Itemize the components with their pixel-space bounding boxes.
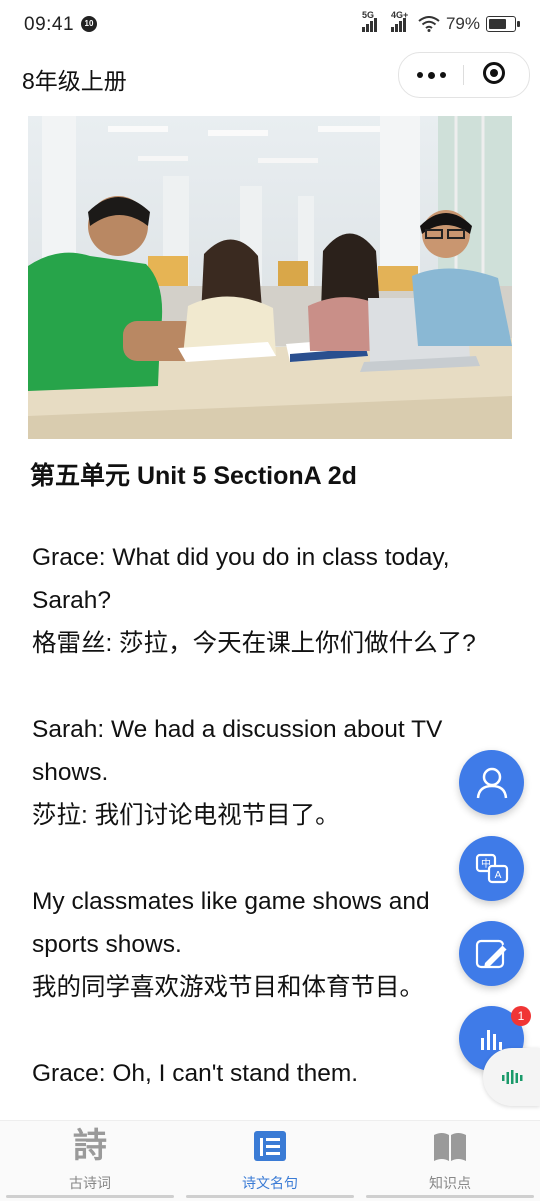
mini-program-capsule bbox=[398, 52, 530, 98]
more-dots-icon bbox=[416, 72, 423, 78]
dialogue-line-en: Sarah: We had a discussion about TV show… bbox=[32, 716, 443, 786]
tab-indicator bbox=[186, 1195, 354, 1198]
dialogue-line-zh: 格雷丝: 莎拉，今天在课上你们做什么了? bbox=[32, 630, 476, 657]
edit-icon bbox=[475, 939, 508, 968]
status-bar: 09:41 10 5G 4G+ 79% bbox=[0, 0, 540, 52]
user-button[interactable] bbox=[459, 750, 524, 815]
dialogue-line-en: My classmates like game shows and sports… bbox=[32, 888, 430, 958]
tab-label: 古诗词 bbox=[69, 1175, 111, 1191]
user-icon bbox=[476, 767, 507, 798]
notification-icon: 10 bbox=[81, 16, 97, 32]
tab-famous-quotes[interactable]: 诗文名句 bbox=[180, 1121, 360, 1201]
dialogue-line-en: Grace: What did you do in class today, S… bbox=[32, 544, 450, 614]
status-right: 5G 4G+ 79% bbox=[361, 10, 520, 34]
book-icon bbox=[434, 1133, 466, 1161]
tab-indicator bbox=[366, 1195, 534, 1198]
edit-button[interactable] bbox=[459, 921, 524, 986]
dialogue-line-en: Grace: Oh, I can't stand them. bbox=[32, 1060, 359, 1087]
tab-label: 诗文名句 bbox=[242, 1175, 298, 1191]
dialogue-line-zh: 我的同学喜欢游戏节目和体育节目。 bbox=[32, 974, 424, 1001]
notification-badge: 1 bbox=[511, 1006, 531, 1026]
article-list-icon bbox=[254, 1131, 286, 1161]
close-mini-program-button[interactable] bbox=[483, 62, 505, 84]
voice-side-tab[interactable] bbox=[483, 1048, 540, 1106]
tab-ancient-poetry[interactable]: 詩 古诗词 bbox=[0, 1121, 180, 1201]
tab-label: 知识点 bbox=[429, 1175, 471, 1191]
bottom-tab-bar: 詩 古诗词 诗文名句 知识点 bbox=[0, 1120, 540, 1201]
signal-4g-icon: 4G+ bbox=[390, 10, 408, 32]
translate-icon: 中 A bbox=[475, 853, 508, 883]
battery-icon bbox=[486, 16, 520, 32]
status-time: 09:41 bbox=[24, 14, 75, 35]
svg-text:A: A bbox=[494, 870, 501, 881]
tab-indicator bbox=[6, 1195, 174, 1198]
signal-5g-icon: 5G bbox=[361, 10, 377, 32]
waveform-icon bbox=[501, 1070, 522, 1084]
hero-image bbox=[28, 116, 512, 439]
more-button[interactable] bbox=[399, 53, 463, 97]
dialogue-line-zh: 莎拉: 我们讨论电视节目了。 bbox=[32, 802, 340, 829]
capsule-divider bbox=[463, 65, 464, 85]
article-body: Grace: What did you do in class today, S… bbox=[32, 536, 502, 1095]
article-title: 第五单元 Unit 5 SectionA 2d bbox=[30, 462, 357, 490]
poetry-icon: 詩 bbox=[73, 1126, 107, 1166]
translate-button[interactable]: 中 A bbox=[459, 836, 524, 901]
page-title: 8年级上册 bbox=[22, 68, 127, 94]
tab-knowledge-points[interactable]: 知识点 bbox=[360, 1121, 540, 1201]
battery-percent: 79% bbox=[445, 14, 480, 33]
wifi-icon bbox=[418, 16, 440, 32]
